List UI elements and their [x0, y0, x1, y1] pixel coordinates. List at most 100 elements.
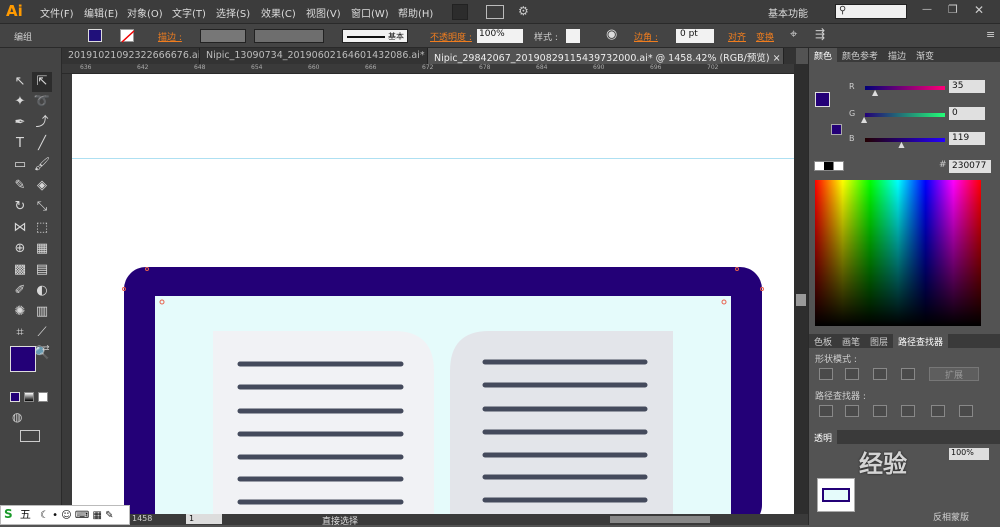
- color-spectrum[interactable]: [815, 180, 981, 326]
- color-fill-swatch[interactable]: [815, 92, 830, 107]
- outline-button[interactable]: [931, 405, 945, 417]
- rotate-tool-icon[interactable]: ↻: [10, 197, 30, 217]
- opacity-label[interactable]: 不透明度 :: [430, 30, 472, 43]
- slice-tool-icon[interactable]: ⟋: [32, 323, 52, 343]
- stroke-swatch[interactable]: [120, 29, 134, 42]
- brush-definition[interactable]: 基本: [342, 29, 408, 43]
- ime-mode[interactable]: 五: [20, 508, 31, 521]
- workspace-switcher[interactable]: 基本功能: [768, 5, 808, 20]
- magic-wand-icon[interactable]: ✦: [10, 92, 30, 112]
- curvature-tool-icon[interactable]: ⤴: [32, 113, 52, 133]
- panel-menu-icon[interactable]: ≡: [986, 28, 995, 41]
- scale-tool-icon[interactable]: ⤡: [32, 197, 52, 217]
- eraser-tool-icon[interactable]: ◈: [32, 176, 52, 196]
- transparency-opacity-field[interactable]: 100%: [949, 448, 989, 460]
- menu-window[interactable]: 窗口(W): [351, 5, 389, 20]
- exclude-button[interactable]: [901, 368, 915, 380]
- tab-color-guide[interactable]: 颜色参考: [837, 48, 883, 62]
- stroke-weight-field[interactable]: [200, 29, 246, 43]
- tab-layers[interactable]: 图层: [865, 334, 893, 348]
- artboard-tool-icon[interactable]: ⌗: [10, 323, 30, 343]
- fill-color-box[interactable]: [10, 346, 36, 372]
- tab-brushes[interactable]: 画笔: [837, 334, 865, 348]
- isolate-group-icon[interactable]: ⌖: [790, 27, 797, 42]
- sogou-icon[interactable]: S: [4, 507, 13, 521]
- minimize-button[interactable]: —: [922, 4, 932, 15]
- vertical-scrollbar[interactable]: [794, 64, 808, 514]
- menu-type[interactable]: 文字(T): [172, 5, 206, 20]
- blend-tool-icon[interactable]: ◐: [32, 281, 52, 301]
- horizontal-scroll-thumb[interactable]: [610, 516, 710, 523]
- blue-value-field[interactable]: 119: [949, 132, 985, 145]
- tab-swatches[interactable]: 色板: [809, 334, 837, 348]
- swap-colors-icon[interactable]: ⇄: [42, 344, 50, 354]
- tab-gradient[interactable]: 渐变: [911, 48, 939, 62]
- none-mode-button[interactable]: [38, 392, 48, 402]
- minus-front-button[interactable]: [845, 368, 859, 380]
- rectangle-tool-icon[interactable]: ▭: [10, 155, 30, 175]
- intersect-button[interactable]: [873, 368, 887, 380]
- tab-document-2[interactable]: Nipic_13090734_20190602164601432086.ai* …: [200, 48, 428, 64]
- free-transform-icon[interactable]: ⬚: [32, 218, 52, 238]
- tab-document-3-active[interactable]: Nipic_29842067_20190829115439732000.ai* …: [428, 48, 784, 64]
- horizontal-ruler[interactable]: 636642648654660666672678684690696702: [62, 64, 796, 74]
- select-similar-icon[interactable]: ⇶: [815, 27, 825, 41]
- invert-mask-checkbox[interactable]: 反相蒙版: [933, 510, 969, 523]
- tab-color[interactable]: 颜色: [809, 48, 837, 62]
- unite-button[interactable]: [819, 368, 833, 380]
- draw-mode-icon[interactable]: ◍: [12, 410, 22, 424]
- trim-button[interactable]: [845, 405, 859, 417]
- menu-view[interactable]: 视图(V): [306, 5, 341, 20]
- pencil-tool-icon[interactable]: ✎: [10, 176, 30, 196]
- red-slider-thumb[interactable]: ▲: [872, 88, 878, 97]
- hex-value-field[interactable]: 230077: [949, 160, 991, 173]
- color-mode-button[interactable]: [10, 392, 20, 402]
- shape-builder-icon[interactable]: ⊕: [10, 239, 30, 259]
- red-value-field[interactable]: 35: [949, 80, 985, 93]
- direct-selection-tool-icon[interactable]: ⇱: [32, 72, 52, 92]
- stroke-label[interactable]: 描边 :: [158, 30, 182, 43]
- paintbrush-tool-icon[interactable]: 🖌: [32, 155, 52, 175]
- restore-button[interactable]: ❐: [948, 3, 958, 16]
- close-icon[interactable]: ✕: [974, 3, 984, 17]
- graph-tool-icon[interactable]: ▥: [32, 302, 52, 322]
- artboard-canvas[interactable]: [72, 74, 794, 514]
- minus-back-button[interactable]: [959, 405, 973, 417]
- transform-link[interactable]: 变换: [756, 30, 774, 43]
- width-tool-icon[interactable]: ⋈: [10, 218, 30, 238]
- symbol-sprayer-icon[interactable]: ✺: [10, 302, 30, 322]
- green-slider[interactable]: [865, 113, 945, 117]
- blue-slider[interactable]: [865, 138, 945, 142]
- none-black-white-swatches[interactable]: [814, 161, 844, 171]
- graphic-style-swatch[interactable]: [566, 29, 580, 43]
- artboard-number[interactable]: 1: [186, 514, 222, 524]
- green-slider-thumb[interactable]: ▲: [861, 115, 867, 124]
- line-tool-icon[interactable]: ╱: [32, 134, 52, 154]
- tab-pathfinder[interactable]: 路径查找器: [893, 334, 948, 348]
- variable-width-profile[interactable]: [254, 29, 324, 43]
- bridge-icon[interactable]: [452, 4, 468, 20]
- menu-effect[interactable]: 效果(C): [261, 5, 296, 20]
- vertical-ruler[interactable]: [62, 74, 72, 514]
- screen-mode-icon[interactable]: [20, 430, 40, 442]
- pen-tool-icon[interactable]: ✒: [10, 113, 30, 133]
- menu-select[interactable]: 选择(S): [216, 5, 250, 20]
- opacity-field[interactable]: 100%: [477, 29, 523, 43]
- expand-button[interactable]: 扩展: [929, 367, 979, 381]
- fill-swatch[interactable]: [88, 29, 102, 42]
- punctuation-icon[interactable]: ☾ • ☺ ⌨ ▦ ✎: [40, 510, 113, 521]
- menu-edit[interactable]: 编辑(E): [84, 5, 118, 20]
- menu-object[interactable]: 对象(O): [127, 5, 163, 20]
- tab-stroke[interactable]: 描边: [883, 48, 911, 62]
- gradient-tool-icon[interactable]: ▤: [32, 260, 52, 280]
- out-of-web-swatch[interactable]: [831, 124, 842, 135]
- corner-radius-field[interactable]: 0 pt: [676, 29, 714, 43]
- menu-file[interactable]: 文件(F): [40, 5, 74, 20]
- lasso-icon[interactable]: ➰: [32, 92, 52, 112]
- blue-slider-thumb[interactable]: ▲: [898, 140, 904, 149]
- arrange-documents-icon[interactable]: [486, 5, 504, 19]
- divide-button[interactable]: [819, 405, 833, 417]
- perspective-grid-icon[interactable]: ▦: [32, 239, 52, 259]
- green-value-field[interactable]: 0: [949, 107, 985, 120]
- align-link[interactable]: 对齐: [728, 30, 746, 43]
